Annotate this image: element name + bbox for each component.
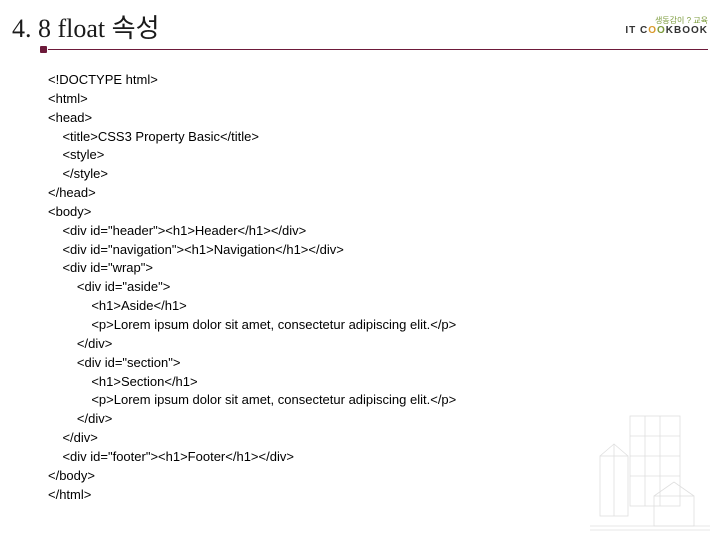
brand-post: KBOOK [666, 25, 708, 36]
header-row: 4. 8 float 속성 생동감이 ? 교육 IT COOKBOOK [0, 0, 720, 47]
rule-dot-icon [40, 46, 47, 53]
slide-title: 4. 8 float 속성 [12, 8, 160, 45]
title-rule [0, 47, 708, 53]
rule-line [48, 49, 708, 50]
brand-tagline: 생동감이 ? 교육 [625, 16, 708, 26]
brand-main: IT COOKBOOK [625, 25, 708, 37]
brand-logo: 생동감이 ? 교육 IT COOKBOOK [625, 16, 708, 38]
brand-pre: IT C [625, 25, 648, 36]
brand-o1: O [648, 25, 657, 36]
code-block: <!DOCTYPE html> <html> <head> <title>CSS… [0, 53, 720, 504]
brand-o2: O [657, 25, 666, 36]
